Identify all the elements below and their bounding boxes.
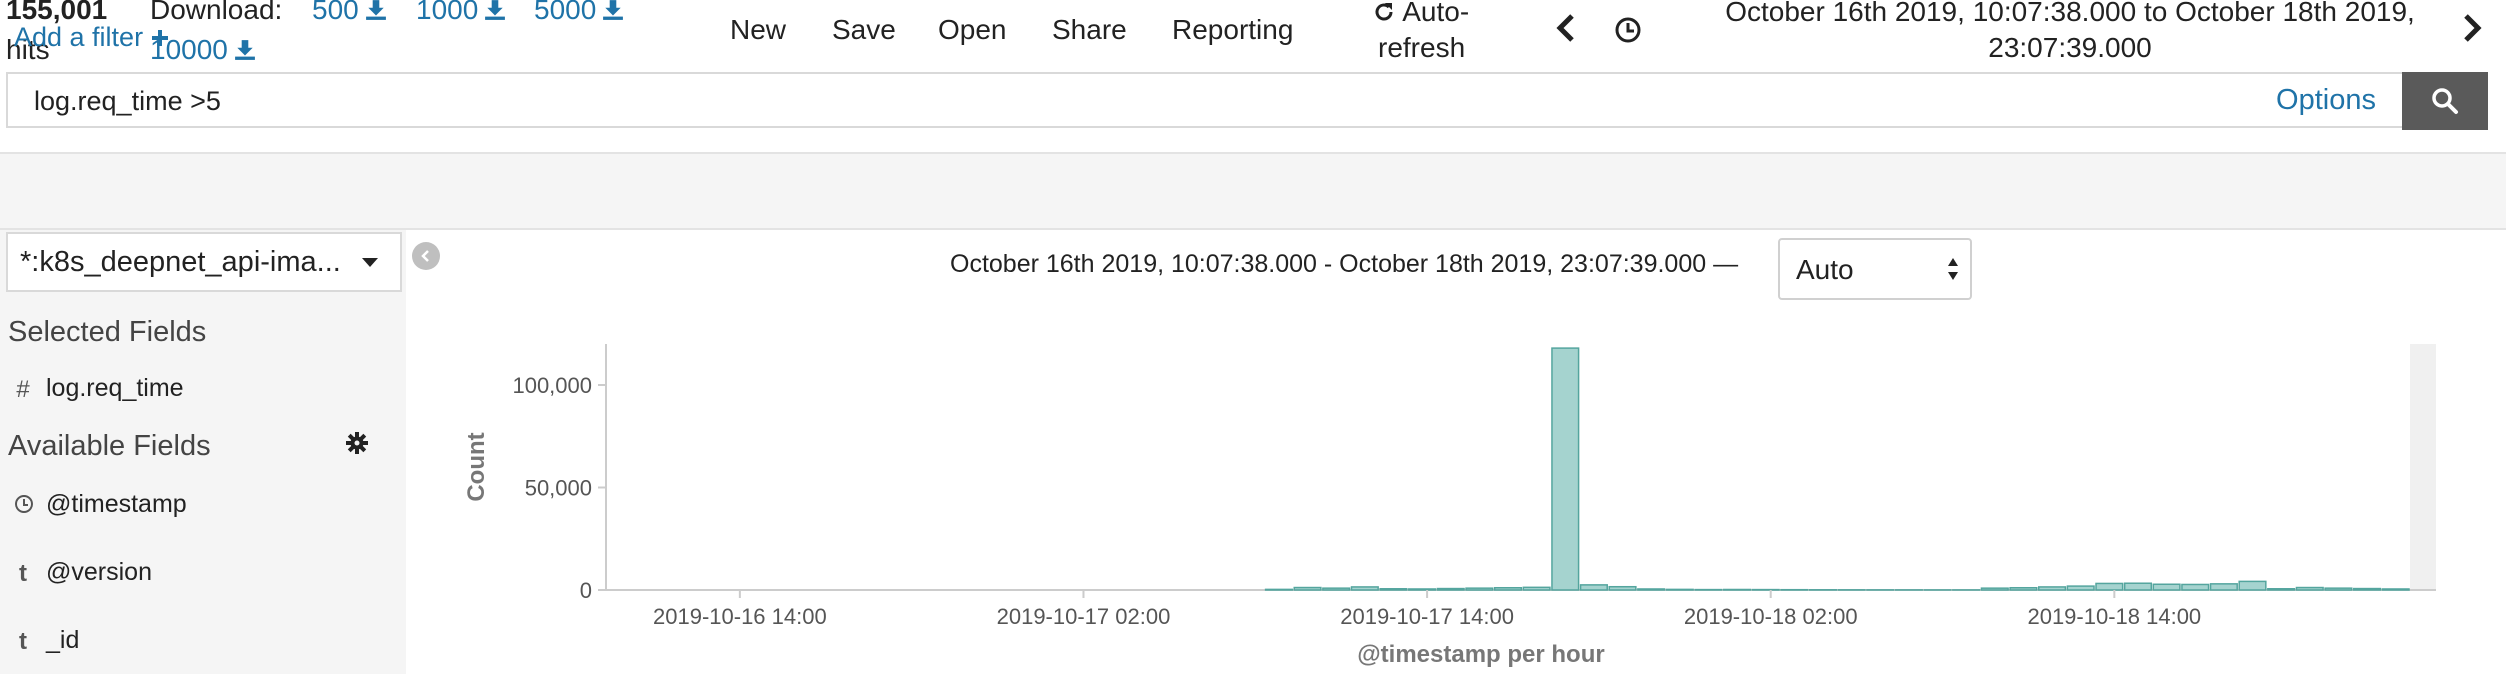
- histogram-bar: [1551, 347, 1580, 591]
- search-button[interactable]: [2402, 72, 2488, 130]
- histogram-bar: [2267, 588, 2296, 591]
- download-icon: [485, 0, 506, 20]
- field-item-id[interactable]: t _id: [6, 620, 402, 664]
- field-item-timestamp[interactable]: @timestamp: [6, 484, 402, 528]
- string-type-icon: t: [19, 560, 27, 587]
- open-button[interactable]: Open: [938, 14, 1007, 46]
- interval-select[interactable]: Auto: [1778, 238, 1972, 300]
- x-tick-label: 2019-10-16 14:00: [653, 604, 827, 629]
- histogram-bar: [2095, 582, 2124, 591]
- y-tick-label: 100,000: [512, 373, 592, 398]
- time-range-picker[interactable]: October 16th 2019, 10:07:38.000 to Octob…: [1660, 0, 2480, 66]
- field-name: _id: [46, 626, 80, 654]
- string-type-icon: t: [19, 628, 27, 655]
- caret-down-icon: [362, 258, 378, 267]
- x-tick-label: 2019-10-18 14:00: [2027, 604, 2201, 629]
- histogram-chart: 0 50,000 100,000 2019-10-16 14:00 2019-10-17…: [463, 344, 2436, 668]
- field-name: @timestamp: [46, 490, 187, 518]
- histogram-bar: [1293, 586, 1322, 591]
- plus-icon: [151, 30, 168, 46]
- y-tick-label: 50,000: [525, 476, 592, 501]
- selected-fields-title: Selected Fields: [8, 316, 207, 348]
- histogram-bar: [1579, 584, 1608, 591]
- query-bar: Options: [6, 72, 2402, 128]
- histogram-bar: [2037, 586, 2067, 591]
- x-tick-label: 2019-10-18 02:00: [1684, 604, 1858, 629]
- histogram-bar: [1465, 587, 1494, 591]
- histogram-bar: [1379, 588, 1408, 591]
- histogram-bar: [1436, 587, 1465, 591]
- search-query-input[interactable]: [32, 80, 2136, 122]
- download-label: Download:: [150, 0, 283, 25]
- new-button[interactable]: New: [730, 14, 786, 46]
- interval-value: Auto: [1796, 254, 1854, 285]
- chart-end-strip: [2410, 344, 2436, 590]
- download-1000-link[interactable]: 1000: [416, 0, 506, 26]
- save-button[interactable]: Save: [832, 14, 896, 46]
- histogram-bar: [1723, 588, 1752, 591]
- x-tick-label: 2019-10-17 14:00: [1340, 604, 1514, 629]
- add-filter-button[interactable]: Add a filter: [14, 22, 169, 53]
- download-icon: [365, 0, 386, 20]
- search-icon: [2432, 88, 2458, 114]
- reporting-button[interactable]: Reporting: [1172, 14, 1293, 46]
- histogram-bar: [2381, 588, 2410, 591]
- field-name: log.req_time: [46, 374, 184, 402]
- histogram-bar: [2123, 582, 2153, 591]
- y-axis-label: Count: [463, 432, 490, 501]
- query-options-link[interactable]: Options: [2276, 84, 2376, 117]
- auto-refresh-label-2: refresh: [1378, 32, 1466, 63]
- auto-refresh-button[interactable]: Auto- refresh: [1372, 0, 1469, 66]
- histogram-time-caption: October 16th 2019, 10:07:38.000 - Octobe…: [950, 250, 1739, 278]
- index-pattern-select[interactable]: *:k8s_deepnet_api-ima...: [6, 232, 402, 292]
- download-500-link[interactable]: 500: [312, 0, 387, 26]
- chevron-left-icon: [421, 250, 429, 262]
- chevron-right-icon[interactable]: [2458, 8, 2486, 48]
- time-range-line-2: 23:07:39.000: [1988, 32, 2152, 63]
- histogram-bar: [2009, 586, 2038, 591]
- time-range-line-1: October 16th 2019, 10:07:38.000 to Octob…: [1725, 0, 2415, 27]
- index-pattern-label: *:k8s_deepnet_api-ima...: [20, 246, 341, 278]
- histogram-bar: [2181, 583, 2210, 591]
- x-tick-label: 2019-10-17 02:00: [997, 604, 1171, 629]
- download-5000-link[interactable]: 5000: [534, 0, 624, 26]
- select-arrows-icon: [1948, 258, 1958, 280]
- histogram-bar: [2209, 583, 2238, 591]
- auto-refresh-label-1: Auto-: [1402, 0, 1470, 27]
- histogram-bar: [2152, 583, 2181, 591]
- y-tick-label: 0: [580, 578, 592, 603]
- histogram-bar: [1264, 588, 1293, 591]
- chevron-left-icon[interactable]: [1552, 8, 1580, 48]
- collapse-sidebar-button[interactable]: [412, 242, 440, 270]
- histogram-bar: [1665, 588, 1694, 591]
- field-name: @version: [46, 558, 152, 586]
- histogram-bar: [1608, 585, 1637, 591]
- field-item-log-req-time[interactable]: # log.req_time: [6, 368, 402, 412]
- histogram-bar: [1522, 586, 1551, 591]
- refresh-icon: [1375, 3, 1393, 21]
- clock-icon[interactable]: [1614, 16, 1642, 44]
- histogram-bar: [2066, 585, 2095, 591]
- available-fields-title: Available Fields: [8, 430, 211, 462]
- histogram-bar: [2324, 587, 2353, 591]
- histogram-bar: [2352, 587, 2382, 591]
- share-button[interactable]: Share: [1052, 14, 1127, 46]
- histogram-bar: [1637, 588, 1666, 591]
- histogram-bar: [1322, 587, 1351, 591]
- histogram-bar: [2238, 580, 2267, 591]
- number-type-icon: #: [16, 376, 30, 403]
- field-item-version[interactable]: t @version: [6, 552, 402, 596]
- x-axis-label: @timestamp per hour: [1357, 641, 1604, 668]
- clock-icon: [15, 495, 33, 513]
- histogram-bar: [1408, 588, 1437, 591]
- download-icon: [603, 0, 624, 20]
- filter-bar: [0, 152, 2506, 230]
- histogram-bar: [1350, 586, 1379, 591]
- gear-icon[interactable]: [346, 432, 368, 454]
- download-icon: [234, 40, 255, 60]
- histogram-bar: [1980, 587, 2009, 591]
- histogram-bar: [1493, 586, 1523, 591]
- histogram-bar: [2295, 586, 2324, 591]
